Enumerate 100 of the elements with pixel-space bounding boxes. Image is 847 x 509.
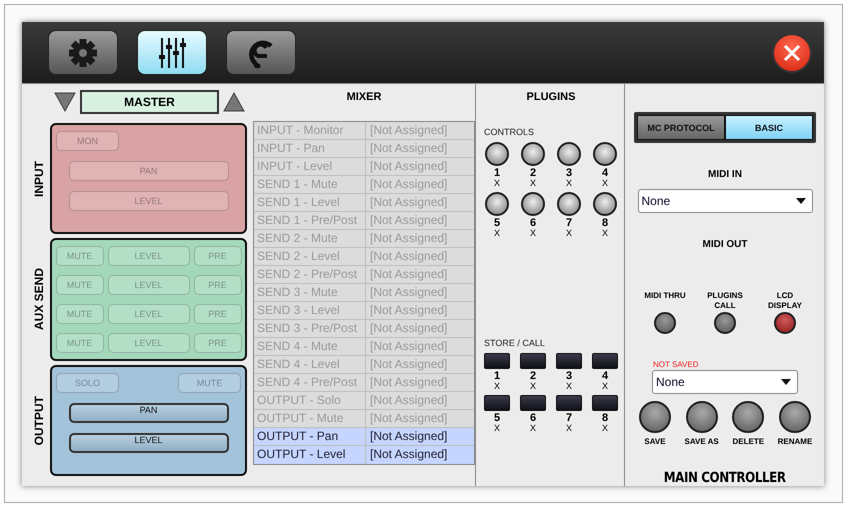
assignment-row[interactable]: SEND 4 - Pre/Post [Not Assigned] xyxy=(254,374,474,392)
knob[interactable] xyxy=(593,192,617,216)
button-label: SAVE AS xyxy=(684,437,719,446)
strip-button[interactable]: MON xyxy=(56,131,119,151)
assignment-value: [Not Assigned] xyxy=(369,392,448,409)
button-label: RENAME xyxy=(778,437,812,446)
settings-tab[interactable] xyxy=(48,30,118,75)
knob-number: 7 xyxy=(566,218,572,229)
assignment-row[interactable]: SEND 3 - Mute [Not Assigned] xyxy=(254,284,474,302)
assignment-row[interactable]: SEND 3 - Pre/Post [Not Assigned] xyxy=(254,320,474,338)
assignment-row[interactable]: OUTPUT - Solo [Not Assigned] xyxy=(254,392,474,410)
assignment-row[interactable]: SEND 4 - Level [Not Assigned] xyxy=(254,356,474,374)
knob[interactable] xyxy=(485,142,509,166)
assignment-value: [Not Assigned] xyxy=(369,230,448,247)
assignment-value: [Not Assigned] xyxy=(369,302,448,319)
strip-button[interactable]: PRE xyxy=(194,304,242,324)
assignment-value: [Not Assigned] xyxy=(369,338,448,355)
assignment-row[interactable]: SEND 2 - Pre/Post [Not Assigned] xyxy=(254,266,474,284)
control-name: SEND 2 - Level xyxy=(254,248,366,265)
knob-number: 2 xyxy=(530,168,536,179)
controls-label: CONTROLS xyxy=(484,127,536,137)
strip-button[interactable]: LEVEL xyxy=(108,304,190,324)
assignment-row[interactable]: SEND 1 - Mute [Not Assigned] xyxy=(254,176,474,194)
control-name: OUTPUT - Pan xyxy=(254,428,366,445)
knob[interactable] xyxy=(593,142,617,166)
assignment-row[interactable]: SEND 3 - Level [Not Assigned] xyxy=(254,302,474,320)
strip-button[interactable]: LEVEL xyxy=(68,433,228,453)
preset-select[interactable]: None xyxy=(652,370,798,394)
knob-number: 1 xyxy=(494,168,500,179)
strip-button[interactable]: SOLO xyxy=(56,373,119,393)
knob-label: X xyxy=(566,179,572,188)
indicator-button[interactable] xyxy=(654,312,676,334)
strip-button[interactable]: PRE xyxy=(194,333,242,353)
knob-label: X xyxy=(494,179,500,188)
strip-button[interactable]: PAN xyxy=(68,403,228,423)
control-name: SEND 1 - Pre/Post xyxy=(254,212,366,229)
assignment-value: [Not Assigned] xyxy=(369,374,448,391)
control-name: OUTPUT - Solo xyxy=(254,392,366,409)
assignment-row[interactable]: SEND 2 - Mute [Not Assigned] xyxy=(254,230,474,248)
assignment-value: [Not Assigned] xyxy=(369,320,448,337)
assignment-value: [Not Assigned] xyxy=(369,410,448,427)
strip-button[interactable]: MUTE xyxy=(56,304,104,324)
knob[interactable] xyxy=(557,142,581,166)
indicator-button[interactable] xyxy=(774,312,796,334)
assignment-value: [Not Assigned] xyxy=(369,446,448,463)
bus-selector[interactable]: MASTER xyxy=(80,90,219,114)
strip-button[interactable]: PRE xyxy=(194,275,242,295)
assignment-row[interactable]: INPUT - Monitor [Not Assigned] xyxy=(254,122,474,140)
assignment-row[interactable]: INPUT - Pan [Not Assigned] xyxy=(254,140,474,158)
close-button[interactable] xyxy=(772,32,812,72)
strip-button[interactable]: MUTE xyxy=(178,373,241,393)
knob-label: X xyxy=(494,229,500,238)
pad-number: 1 xyxy=(494,371,500,382)
assignment-row[interactable]: OUTPUT - Level [Not Assigned] xyxy=(254,446,474,464)
ear-tab[interactable] xyxy=(226,30,296,75)
knob[interactable] xyxy=(521,192,545,216)
knob[interactable] xyxy=(485,192,509,216)
control-name: SEND 2 - Pre/Post xyxy=(254,266,366,283)
indicator-button[interactable] xyxy=(714,312,736,334)
strip-label: AUX SEND xyxy=(32,268,46,330)
gear-icon xyxy=(68,38,98,68)
strip-button[interactable]: LEVEL xyxy=(108,246,190,266)
assignment-row[interactable]: INPUT - Level [Not Assigned] xyxy=(254,158,474,176)
round-button[interactable] xyxy=(686,401,718,433)
assignment-row[interactable]: SEND 1 - Level [Not Assigned] xyxy=(254,194,474,212)
pad-label: X xyxy=(566,424,572,433)
strip-button[interactable]: LEVEL xyxy=(68,191,228,211)
down-arrow-icon[interactable] xyxy=(54,92,76,112)
midi-in-select[interactable]: None xyxy=(638,189,812,213)
strip-button[interactable]: MUTE xyxy=(56,333,104,353)
strip-button[interactable]: MUTE xyxy=(56,275,104,295)
knob[interactable] xyxy=(521,142,545,166)
strip-button[interactable]: LEVEL xyxy=(108,275,190,295)
round-button[interactable] xyxy=(639,401,671,433)
round-button[interactable] xyxy=(778,401,811,433)
control-name: OUTPUT - Mute xyxy=(254,410,366,427)
control-name: SEND 4 - Mute xyxy=(254,338,366,355)
mode-tab[interactable]: MC PROTOCOL xyxy=(637,115,725,140)
assignment-row[interactable]: SEND 1 - Pre/Post [Not Assigned] xyxy=(254,212,474,230)
mode-tab[interactable]: BASIC xyxy=(725,115,813,140)
control-name: SEND 3 - Mute xyxy=(254,284,366,301)
control-name: SEND 1 - Mute xyxy=(254,176,366,193)
assignment-value: [Not Assigned] xyxy=(369,122,448,139)
mixer-title: MIXER xyxy=(346,90,382,105)
strip-button[interactable]: LEVEL xyxy=(108,333,190,353)
assignment-row[interactable]: SEND 4 - Mute [Not Assigned] xyxy=(254,338,474,356)
knob-number: 8 xyxy=(602,218,608,229)
knob[interactable] xyxy=(557,192,581,216)
pad-label: X xyxy=(602,382,608,391)
strip-button[interactable]: PRE xyxy=(194,246,242,266)
control-name: INPUT - Level xyxy=(254,158,366,175)
up-arrow-icon[interactable] xyxy=(223,92,245,112)
control-name: SEND 1 - Level xyxy=(254,194,366,211)
mixer-tab[interactable] xyxy=(137,30,207,75)
strip-button[interactable]: MUTE xyxy=(56,246,104,266)
strip-button[interactable]: PAN xyxy=(68,161,228,181)
round-button[interactable] xyxy=(732,401,764,433)
assignment-row[interactable]: OUTPUT - Pan [Not Assigned] xyxy=(254,428,474,446)
assignment-row[interactable]: SEND 2 - Level [Not Assigned] xyxy=(254,248,474,266)
knob-number: 3 xyxy=(566,168,572,179)
